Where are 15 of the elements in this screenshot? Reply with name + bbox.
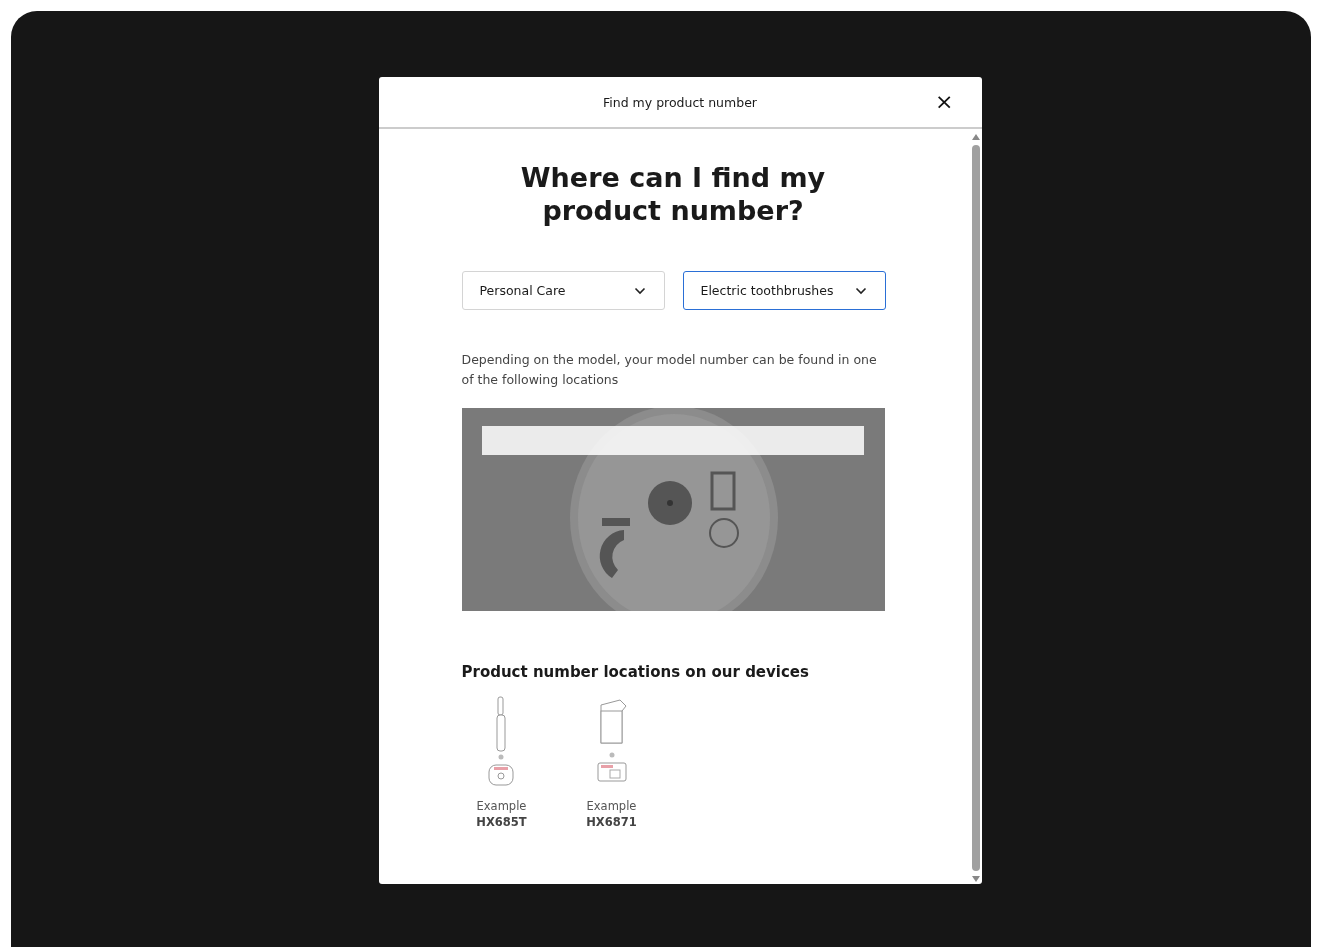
description: Depending on the model, your model number can be found in one of the following locations [461, 351, 878, 389]
heading: Where can I find my product number? [519, 161, 827, 227]
dialog-title: Find my product number [603, 94, 757, 110]
example-label: Example [586, 799, 637, 813]
scroll-down-icon[interactable] [971, 876, 980, 882]
scroll-up-icon[interactable] [971, 134, 980, 140]
example-label: Example [476, 799, 527, 813]
dropdown[interactable]: Personal Care [461, 271, 665, 310]
dropdown[interactable]: Electric toothbrushes [682, 271, 886, 310]
chevron-down-icon [633, 286, 646, 295]
section-heading: Product number locations on our devices [461, 663, 810, 681]
model-number: HX685T [476, 815, 527, 829]
model-number: HX6871 [586, 815, 637, 829]
close-button[interactable]: × [931, 91, 958, 113]
chevron-down-icon [854, 286, 867, 295]
